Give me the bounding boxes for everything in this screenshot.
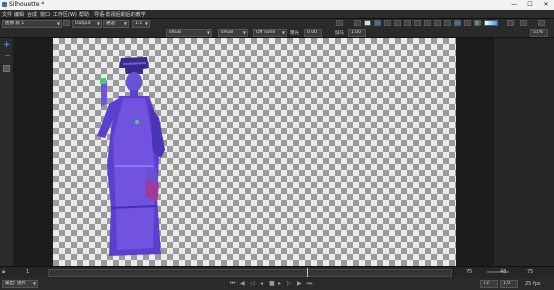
chevron-down-icon: ▼ <box>123 21 127 26</box>
exposure-value: 0.00 <box>307 30 318 35</box>
right-panel <box>494 38 554 266</box>
prev-frame-icon[interactable]: ◂ <box>260 280 263 287</box>
timeline-current[interactable]: 48 <box>500 269 506 275</box>
output-mode-value: 输出: 源片 <box>5 281 26 286</box>
step-field-value: 1.0 <box>503 281 511 286</box>
title-bar: Silhouette * — ☐ ✕ <box>0 0 554 10</box>
viewer-zoom-value: 51% <box>533 30 544 35</box>
status-bar: 输出: 源片 ▼ 73 1.0 25 fps <box>0 278 554 290</box>
menu-tutorial[interactable]: 导语-影视后期后的教学 <box>94 11 146 18</box>
maximize-button[interactable]: ☐ <box>522 0 538 10</box>
pin-icon[interactable] <box>507 20 514 26</box>
play-icon[interactable]: ▷ <box>287 280 292 287</box>
gamma-label: 伽马 <box>335 31 344 36</box>
stop-icon[interactable]: ■ <box>269 280 275 287</box>
timeline-track[interactable] <box>48 269 452 277</box>
frame-field-value: 73 <box>483 281 489 286</box>
table-icon[interactable] <box>464 20 471 26</box>
display-icon[interactable] <box>454 20 461 26</box>
close-button[interactable]: ✕ <box>538 0 554 10</box>
sun-icon[interactable] <box>520 20 527 26</box>
exposure-field[interactable]: 0.00 <box>304 29 322 37</box>
play-reverse-icon[interactable]: ◁ <box>250 280 255 287</box>
next-frame-icon[interactable]: ▸ <box>278 280 281 287</box>
minimize-button[interactable]: — <box>506 0 522 10</box>
view-mode-value: sRGB <box>221 30 234 35</box>
channel-select-value: 通道 <box>106 21 115 26</box>
image-canvas[interactable] <box>53 38 456 266</box>
viewer-select[interactable]: 图像 版 1 ▼ <box>2 20 62 28</box>
zoom-select[interactable]: 1:1 ▼ <box>132 20 150 28</box>
roi-icon[interactable] <box>414 20 421 26</box>
menu-help[interactable]: 帮助 <box>79 11 89 18</box>
viewer-zoom-field[interactable]: 51% <box>530 29 548 37</box>
output-mode-select[interactable]: 输出: 源片 ▼ <box>2 280 38 288</box>
menu-file[interactable]: 文件 <box>2 11 12 18</box>
left-tool-panel: + − <box>0 38 14 266</box>
magnifier-icon[interactable] <box>404 20 411 26</box>
remove-icon[interactable]: − <box>4 51 11 60</box>
view-mode-select[interactable]: sRGB ▼ <box>218 29 248 37</box>
timeline-out[interactable]: 75 <box>527 269 533 275</box>
chevron-down-icon: ▼ <box>96 21 100 26</box>
app-icon <box>2 2 7 7</box>
compare-icon[interactable] <box>434 20 441 26</box>
rotoscoped-figure <box>97 57 165 256</box>
chevron-down-icon: ▼ <box>144 21 148 26</box>
go-to-end-icon[interactable]: ⏭ <box>307 280 312 288</box>
gamma-value: 1.00 <box>351 30 362 35</box>
lock-icon[interactable]: 🔒︎ <box>2 268 5 276</box>
rgb-channels-icon[interactable] <box>474 20 481 26</box>
menu-composite[interactable]: 合成 <box>27 11 37 18</box>
exposure-label: 曝光 <box>290 31 299 36</box>
monitor-icon[interactable] <box>374 20 381 26</box>
viewer-select-value: 图像 版 1 <box>5 21 25 26</box>
grid-icon[interactable] <box>336 20 343 26</box>
step-field[interactable]: 1.0 <box>500 280 518 288</box>
color-swatch-icon[interactable] <box>484 20 498 26</box>
chevron-down-icon: ▼ <box>206 30 210 35</box>
chevron-down-icon: ▼ <box>32 281 36 286</box>
output-select-value: Output <box>75 21 91 26</box>
proxy-value: Off none <box>256 30 276 35</box>
frame-field[interactable]: 73 <box>480 280 498 288</box>
camera-icon[interactable] <box>354 20 361 26</box>
output-select[interactable]: Output ▼ <box>72 20 102 28</box>
zoom-select-value: 1:1 <box>135 21 143 26</box>
step-forward-icon[interactable]: ▶ <box>297 280 302 287</box>
overlay-icon[interactable] <box>384 20 391 26</box>
layout-icon[interactable] <box>63 20 70 26</box>
settings-icon[interactable] <box>538 20 545 26</box>
split-icon[interactable] <box>444 20 451 26</box>
go-to-start-icon[interactable]: ⏮ <box>230 280 235 288</box>
timeline-start[interactable]: 1 <box>26 269 29 275</box>
gamma-field[interactable]: 1.00 <box>348 29 366 37</box>
checker-icon[interactable] <box>364 20 371 26</box>
playhead[interactable] <box>307 268 308 277</box>
chevron-down-icon: ▼ <box>56 21 60 26</box>
menu-workspace[interactable]: 工作区(W) <box>53 11 77 18</box>
proxy-select[interactable]: Off none ▼ <box>253 29 287 37</box>
menu-window[interactable]: 窗口 <box>40 11 50 18</box>
mask-icon[interactable] <box>394 20 401 26</box>
step-back-icon[interactable]: ◀ <box>240 280 245 287</box>
layer-icon[interactable] <box>3 65 10 72</box>
add-icon[interactable]: + <box>3 40 11 50</box>
chevron-down-icon: ▼ <box>281 30 285 35</box>
safe-area-icon[interactable] <box>424 20 431 26</box>
fps-value: 25 <box>525 281 532 287</box>
colorspace-value: sRGB <box>169 30 182 35</box>
fps-unit: fps <box>533 281 541 287</box>
channel-select[interactable]: 通道 ▼ <box>103 20 129 28</box>
colorspace-select[interactable]: sRGB ▼ <box>166 29 212 37</box>
chevron-down-icon: ▼ <box>242 30 246 35</box>
window-title: Silhouette * <box>9 1 45 8</box>
timeline-end[interactable]: 75 <box>466 269 472 275</box>
menu-edit[interactable]: 编辑 <box>14 11 24 18</box>
menu-bar: 文件 编辑 合成 窗口 工作区(W) 帮助 导语-影视后期后的教学 <box>0 10 554 19</box>
display-toolbar: sRGB ▼ sRGB ▼ Off none ▼ 曝光 0.00 伽马 1.00 51… <box>0 28 554 38</box>
